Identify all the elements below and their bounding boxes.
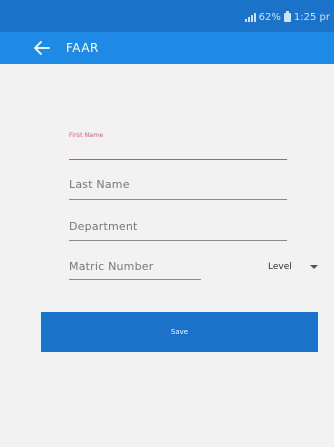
save-button[interactable]: Save <box>41 312 318 352</box>
department-field[interactable]: Department <box>69 220 287 241</box>
first-name-label: First Name <box>69 132 104 139</box>
last-name-label: Last Name <box>69 178 130 191</box>
status-bar: 62% 1:25 pr <box>0 0 334 32</box>
battery-icon <box>283 11 291 22</box>
status-icons: 62% 1:25 pr <box>244 11 330 23</box>
clock: 1:25 pr <box>293 12 330 23</box>
first-name-underline <box>69 158 287 160</box>
battery-percent: 62% <box>258 12 281 23</box>
level-dropdown[interactable]: Level <box>268 262 318 272</box>
page-title: FAAR <box>66 41 99 55</box>
matric-number-underline <box>69 279 201 280</box>
first-name-field[interactable]: First Name <box>69 132 287 160</box>
matric-number-label: Matric Number <box>69 260 154 273</box>
signal-icon <box>244 13 256 22</box>
last-name-field[interactable]: Last Name <box>69 178 287 200</box>
level-label: Level <box>268 262 292 272</box>
last-name-underline <box>69 199 287 200</box>
app-bar: FAAR <box>0 32 334 64</box>
arrow-left-icon[interactable] <box>30 36 54 60</box>
registration-form: First Name Last Name Department Matric N… <box>0 64 334 447</box>
department-label: Department <box>69 220 138 233</box>
chevron-down-icon <box>309 265 318 269</box>
matric-number-field[interactable]: Matric Number <box>69 260 201 280</box>
department-underline <box>69 240 287 241</box>
